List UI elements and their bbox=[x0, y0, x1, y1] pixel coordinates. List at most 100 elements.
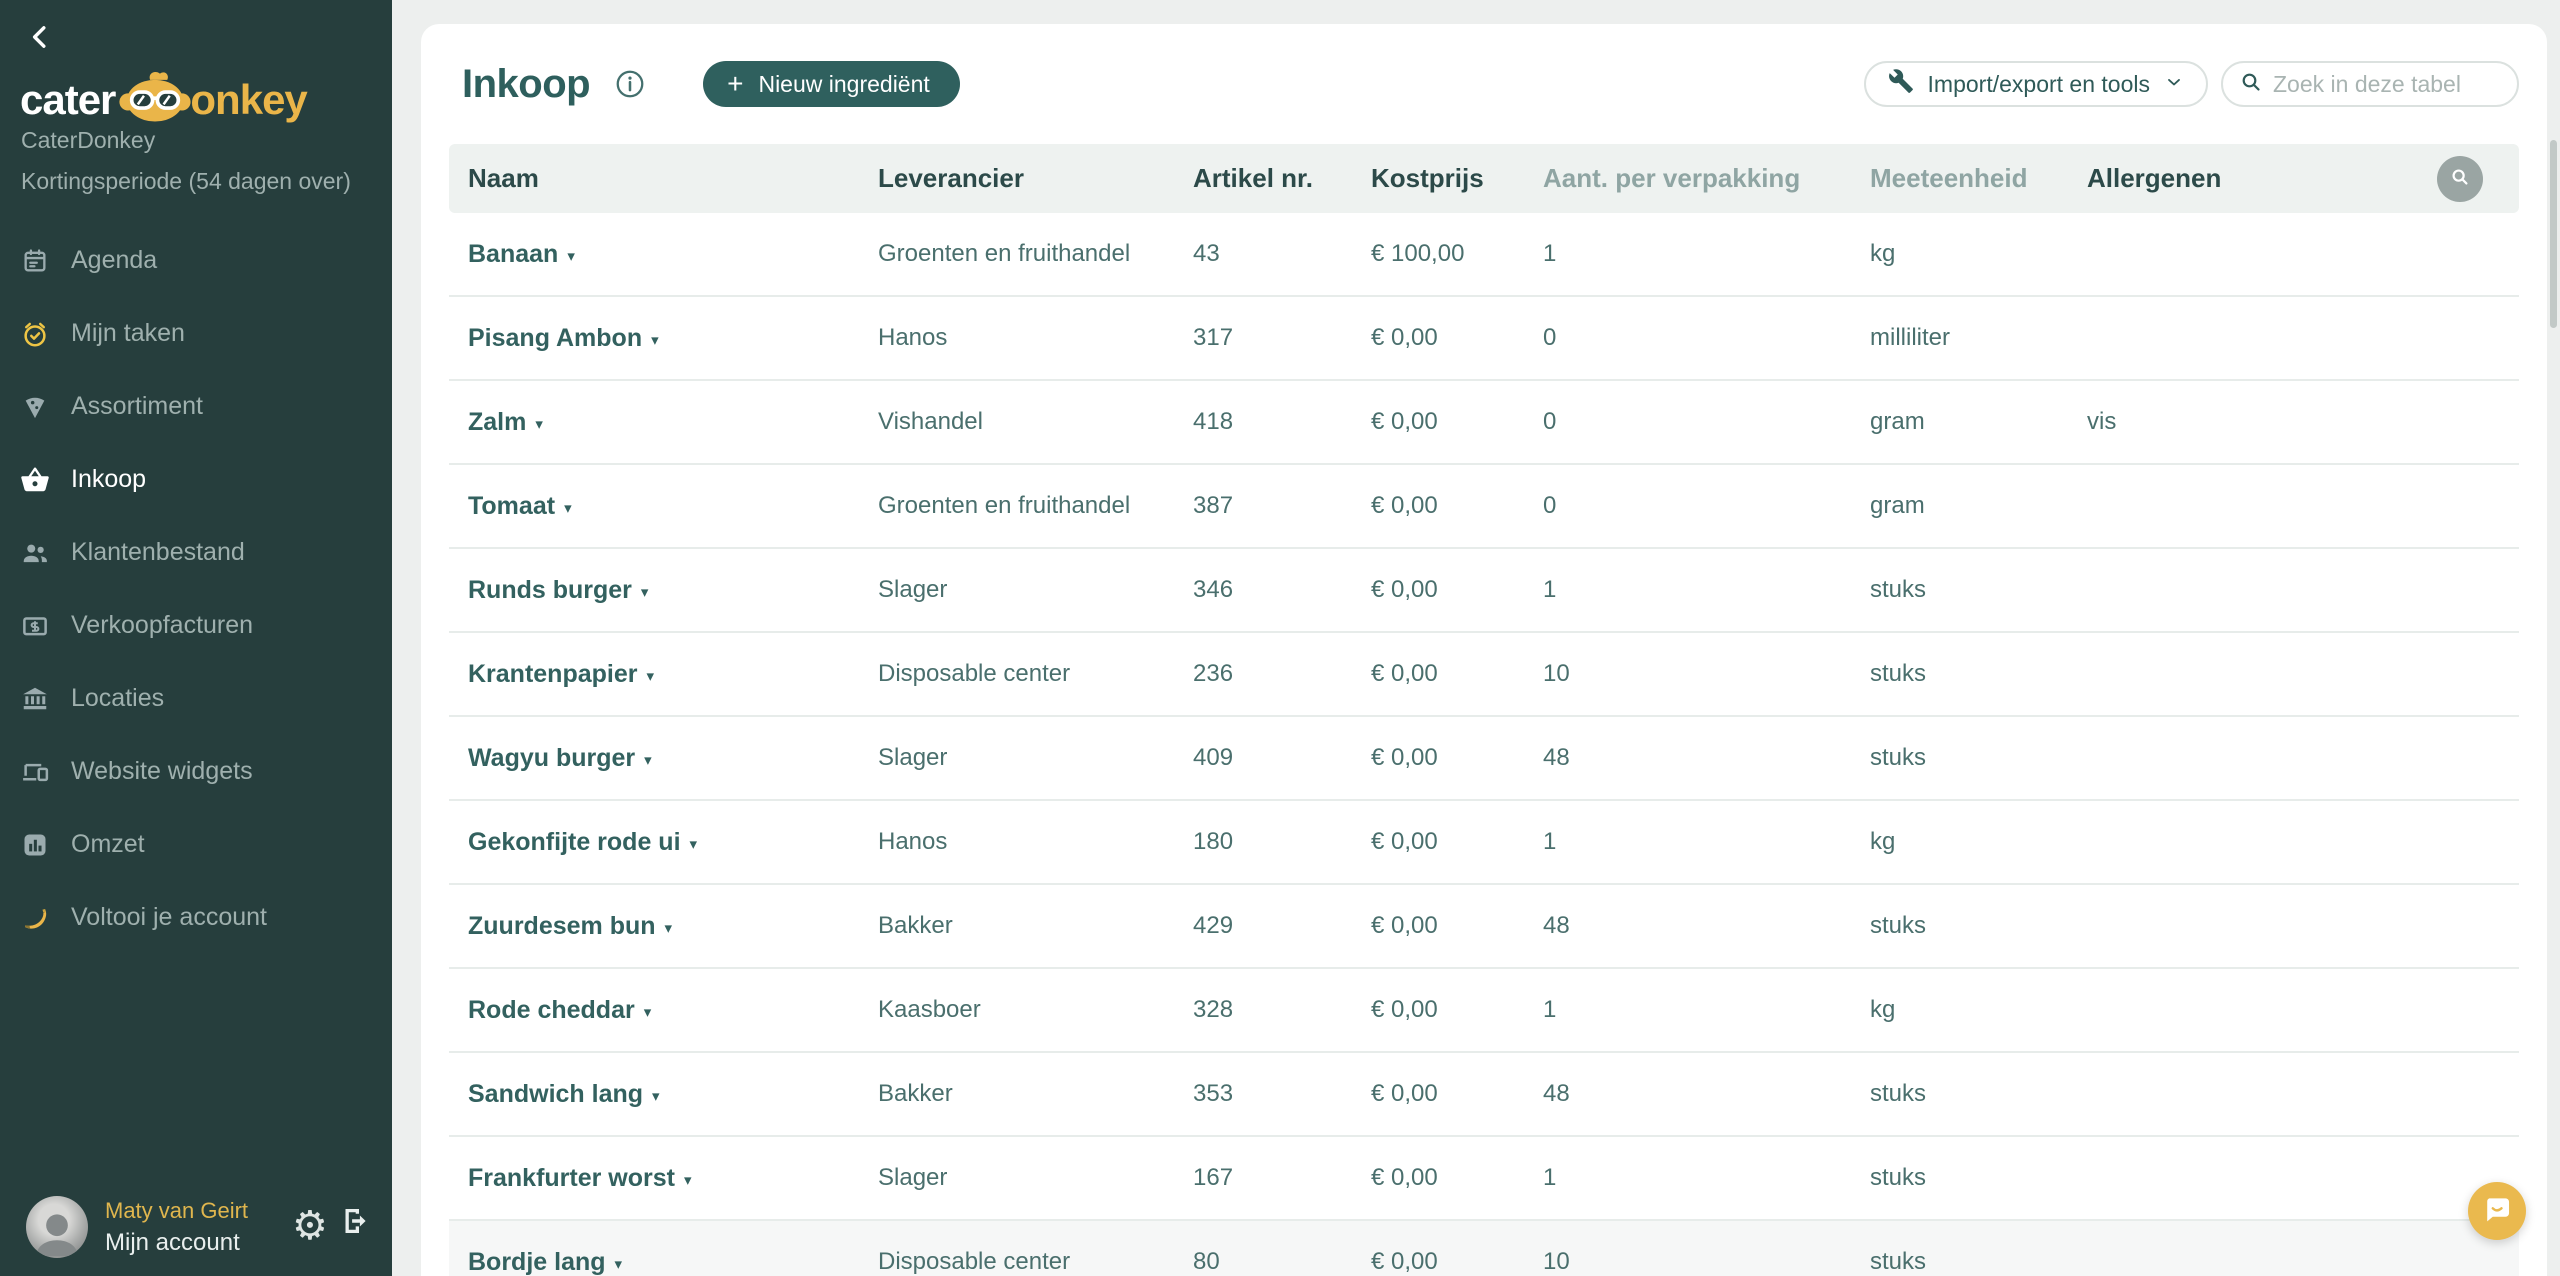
caret-down-icon: ▾ bbox=[646, 664, 654, 685]
my-account-link[interactable]: Mijn account bbox=[105, 1229, 248, 1257]
cell-aant-per-verpakking: 48 bbox=[1543, 1080, 1870, 1108]
ingredient-name-dropdown[interactable]: Zuurdesem bun ▾ bbox=[468, 912, 878, 941]
ingredient-name: Frankfurter worst bbox=[468, 1164, 675, 1193]
cell-leverancier: Groenten en fruithandel bbox=[878, 492, 1193, 520]
cell-aant-per-verpakking: 1 bbox=[1543, 996, 1870, 1024]
settings-gear-icon[interactable]: ⚙ bbox=[292, 1206, 328, 1246]
info-icon[interactable] bbox=[614, 68, 646, 100]
chat-bubble-icon bbox=[2480, 1192, 2514, 1231]
ingredient-name: Runds burger bbox=[468, 576, 632, 605]
sidebar-item-omzet[interactable]: Omzet bbox=[0, 808, 392, 881]
cell-artikel-nr: 167 bbox=[1193, 1164, 1371, 1192]
header-controls: Import/export en tools bbox=[1864, 61, 2519, 107]
sidebar-item-label: Verkoopfacturen bbox=[71, 611, 253, 640]
ingredient-name-dropdown[interactable]: Bordje lang ▾ bbox=[468, 1248, 878, 1276]
user-account-block[interactable]: Maty van Geirt Mijn account bbox=[26, 1196, 248, 1258]
cell-kostprijs: € 0,00 bbox=[1371, 1164, 1543, 1192]
cell-aant-per-verpakking: 0 bbox=[1543, 408, 1870, 436]
cell-meeteenheid: kg bbox=[1870, 996, 2087, 1024]
sidebar: cater onkey CaterDonkey Kortingsperiode … bbox=[0, 0, 392, 1276]
table-search-input[interactable] bbox=[2273, 71, 2493, 98]
column-header-meeteenheid: Meeteenheid bbox=[1870, 163, 2087, 194]
cell-leverancier: Vishandel bbox=[878, 408, 1193, 436]
ingredient-name-dropdown[interactable]: Wagyu burger ▾ bbox=[468, 744, 878, 773]
caret-down-icon: ▾ bbox=[641, 580, 649, 601]
sidebar-item-website-widgets[interactable]: Website widgets bbox=[0, 735, 392, 808]
ingredient-name-dropdown[interactable]: Frankfurter worst ▾ bbox=[468, 1164, 878, 1193]
sidebar-item-label: Klantenbestand bbox=[71, 538, 245, 567]
cell-meeteenheid: stuks bbox=[1870, 576, 2087, 604]
collapse-sidebar-button[interactable] bbox=[24, 20, 58, 54]
import-export-tools-button[interactable]: Import/export en tools bbox=[1864, 61, 2208, 107]
sidebar-item-verkoopfacturen[interactable]: Verkoopfacturen bbox=[0, 589, 392, 662]
cell-kostprijs: € 0,00 bbox=[1371, 744, 1543, 772]
user-avatar bbox=[26, 1196, 88, 1258]
ingredient-name-dropdown[interactable]: Tomaat ▾ bbox=[468, 492, 878, 521]
sidebar-item-locaties[interactable]: Locaties bbox=[0, 662, 392, 735]
logo-text-suffix: onkey bbox=[190, 76, 306, 124]
column-header-kostprijs: Kostprijs bbox=[1371, 163, 1543, 194]
sidebar-item-assortiment[interactable]: Assortiment bbox=[0, 370, 392, 443]
cell-aant-per-verpakking: 10 bbox=[1543, 660, 1870, 688]
table-row: Sandwich lang ▾ Bakker 353 € 0,00 48 stu… bbox=[449, 1053, 2519, 1137]
sidebar-item-label: Omzet bbox=[71, 830, 145, 859]
cell-leverancier: Hanos bbox=[878, 324, 1193, 352]
caret-down-icon: ▾ bbox=[690, 832, 698, 853]
table-scrollbar[interactable] bbox=[2550, 140, 2557, 328]
cell-leverancier: Slager bbox=[878, 576, 1193, 604]
caret-down-icon: ▾ bbox=[564, 496, 572, 517]
table-header-row: Naam Leverancier Artikel nr. Kostprijs A… bbox=[449, 144, 2519, 213]
caret-down-icon: ▾ bbox=[652, 1084, 660, 1105]
ingredient-name: Bordje lang bbox=[468, 1248, 606, 1276]
sidebar-item-voltooi-account[interactable]: Voltooi je account bbox=[0, 881, 392, 954]
new-ingredient-button[interactable]: + Nieuw ingrediënt bbox=[703, 61, 960, 107]
sidebar-item-label: Website widgets bbox=[71, 757, 253, 786]
ingredient-name-dropdown[interactable]: Sandwich lang ▾ bbox=[468, 1080, 878, 1109]
sidebar-item-mijn-taken[interactable]: Mijn taken bbox=[0, 297, 392, 370]
plus-icon: + bbox=[727, 70, 743, 98]
cell-kostprijs: € 0,00 bbox=[1371, 1248, 1543, 1276]
sidebar-item-label: Mijn taken bbox=[71, 319, 185, 348]
chat-launcher-button[interactable] bbox=[2468, 1182, 2526, 1240]
sidebar-item-inkoop[interactable]: Inkoop bbox=[0, 443, 392, 516]
cell-meeteenheid: milliliter bbox=[1870, 324, 2087, 352]
logout-icon[interactable] bbox=[338, 1203, 374, 1244]
ingredient-name-dropdown[interactable]: Runds burger ▾ bbox=[468, 576, 878, 605]
ingredient-name: Zuurdesem bun bbox=[468, 912, 656, 941]
sidebar-item-klantenbestand[interactable]: Klantenbestand bbox=[0, 516, 392, 589]
sidebar-item-agenda[interactable]: Agenda bbox=[0, 224, 392, 297]
caret-down-icon: ▾ bbox=[567, 244, 575, 265]
ingredient-name-dropdown[interactable]: Zalm ▾ bbox=[468, 408, 878, 437]
cell-aant-per-verpakking: 48 bbox=[1543, 744, 1870, 772]
cell-leverancier: Bakker bbox=[878, 912, 1193, 940]
table-row: Frankfurter worst ▾ Slager 167 € 0,00 1 … bbox=[449, 1137, 2519, 1221]
cell-artikel-nr: 387 bbox=[1193, 492, 1371, 520]
search-icon bbox=[2239, 70, 2263, 99]
ingredient-name-dropdown[interactable]: Krantenpapier ▾ bbox=[468, 660, 878, 689]
ingredient-name: Pisang Ambon bbox=[468, 324, 642, 353]
discount-period-note: Kortingsperiode (54 dagen over) bbox=[21, 168, 351, 195]
ingredient-name: Wagyu burger bbox=[468, 744, 635, 773]
sidebar-item-label: Assortiment bbox=[71, 392, 203, 421]
caret-down-icon: ▾ bbox=[684, 1168, 692, 1189]
cell-aant-per-verpakking: 1 bbox=[1543, 828, 1870, 856]
ingredient-name-dropdown[interactable]: Banaan ▾ bbox=[468, 240, 878, 269]
ingredient-name-dropdown[interactable]: Pisang Ambon ▾ bbox=[468, 324, 878, 353]
ingredient-name: Banaan bbox=[468, 240, 558, 269]
cell-artikel-nr: 317 bbox=[1193, 324, 1371, 352]
cell-kostprijs: € 0,00 bbox=[1371, 1080, 1543, 1108]
ingredient-name-dropdown[interactable]: Gekonfijte rode ui ▾ bbox=[468, 828, 878, 857]
cell-aant-per-verpakking: 1 bbox=[1543, 576, 1870, 604]
ingredient-name-dropdown[interactable]: Rode cheddar ▾ bbox=[468, 996, 878, 1025]
cell-leverancier: Slager bbox=[878, 744, 1193, 772]
cell-aant-per-verpakking: 48 bbox=[1543, 912, 1870, 940]
column-header-naam: Naam bbox=[468, 163, 878, 194]
table-row: Banaan ▾ Groenten en fruithandel 43 € 10… bbox=[449, 213, 2519, 297]
cell-artikel-nr: 236 bbox=[1193, 660, 1371, 688]
cell-leverancier: Kaasboer bbox=[878, 996, 1193, 1024]
pizza-slice-icon bbox=[20, 392, 50, 422]
alarm-check-icon bbox=[20, 319, 50, 349]
cell-leverancier: Slager bbox=[878, 1164, 1193, 1192]
cell-aant-per-verpakking: 1 bbox=[1543, 240, 1870, 268]
column-search-button[interactable] bbox=[2437, 156, 2483, 202]
